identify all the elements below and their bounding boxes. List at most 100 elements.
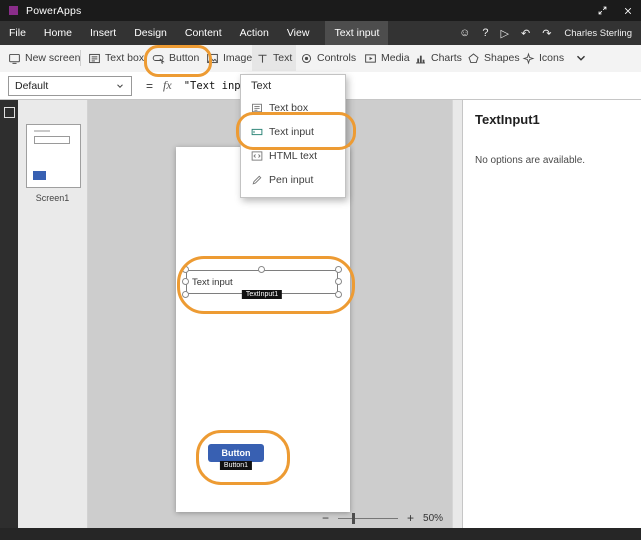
selection-handle[interactable] [182,266,189,273]
selection-handle[interactable] [335,266,342,273]
menu-item-label: Text input [269,126,314,138]
thumbnail-mini-text-input [34,136,70,144]
ribbon-overflow-button[interactable] [574,45,588,71]
ribbon-item-label: Text box [105,52,144,64]
menu-item-text-box[interactable]: Text box [241,96,345,120]
menu-item-label: HTML text [269,150,317,162]
chevron-down-icon [574,51,588,65]
left-rail [0,100,18,528]
canvas-button[interactable]: Button [208,444,264,462]
menu-item-html-text[interactable]: HTML text [241,144,345,168]
selection-handle[interactable] [335,278,342,285]
menu-tab-insert[interactable]: Insert [81,21,125,45]
options-panel-message: No options are available. [475,155,641,166]
menu-tab-file[interactable]: File [0,21,35,45]
help-icon[interactable]: ? [476,27,494,39]
undo-icon[interactable]: ↶ [515,27,536,40]
selection-handle[interactable] [182,278,189,285]
ribbon-item-label: Icons [539,52,564,64]
pen-input-icon [251,174,263,186]
window-controls [589,0,641,21]
ribbon-controls-button[interactable]: Controls [300,45,356,71]
fullscreen-icon[interactable] [589,0,615,21]
text-dropdown-menu: Text Text box Text input HTML text Pen i… [240,74,346,198]
insert-ribbon: New screen Text box Button Image Text Co… [0,45,641,73]
ribbon-item-label: Charts [431,52,462,64]
ribbon-item-label: Shapes [484,52,520,64]
canvas-button-label: Button [222,448,251,458]
screen1-thumbnail[interactable] [26,124,81,188]
zoom-control: − + 50% [322,510,443,526]
menu-tab-view[interactable]: View [278,21,319,45]
selection-handle[interactable] [182,291,189,298]
redo-icon[interactable]: ↷ [536,27,557,40]
ribbon-icons-button[interactable]: Icons [522,45,564,71]
menu-item-text-input[interactable]: Text input [241,120,345,144]
controls-icon [300,52,313,65]
text-input-control[interactable]: Text input TextInput1 [186,270,338,294]
shapes-icon [467,52,480,65]
ribbon-shapes-button[interactable]: Shapes [467,45,520,71]
ribbon-media-button[interactable]: Media [364,45,410,71]
menu-tab-design[interactable]: Design [125,21,176,45]
chevron-down-icon [115,81,125,91]
screen1-label: Screen1 [18,193,87,203]
menu-tab-text-input-contextual[interactable]: Text input [325,21,388,45]
app-title: PowerApps [26,5,82,17]
property-dropdown[interactable]: Default [8,76,132,96]
zoom-slider[interactable] [338,518,398,519]
ribbon-charts-button[interactable]: Charts [414,45,462,71]
play-preview-icon[interactable]: ▷ [495,27,515,40]
text-input-name-tag: TextInput1 [242,290,282,299]
menubar-right: ☺ ? ▷ ↶ ↷ Charles Sterling [453,21,641,45]
zoom-slider-handle[interactable] [352,513,355,524]
selection-handle[interactable] [335,291,342,298]
text-input-value: Text input [192,277,233,288]
menu-item-label: Text box [269,102,308,114]
titlebar: PowerApps [0,0,641,21]
ribbon-item-label: Image [223,52,252,64]
icons-icon [522,52,535,65]
ribbon-text-button[interactable]: Text [252,45,296,71]
app-logo-icon [9,6,18,15]
ribbon-text-box-button[interactable]: Text box [88,45,144,71]
user-name[interactable]: Charles Sterling [557,28,641,39]
options-panel: TextInput1 No options are available. [462,100,641,528]
text-icon [256,52,269,65]
property-dropdown-value: Default [15,80,48,92]
button-name-tag: Button1 [220,461,252,470]
screens-panel-icon[interactable] [4,107,15,118]
button-control[interactable]: Button Button1 [208,444,264,462]
ribbon-separator [80,50,81,66]
ribbon-new-screen-button[interactable]: New screen [8,45,80,71]
canvas-scrollbar[interactable] [452,100,462,528]
screens-panel: Screen1 [18,100,88,528]
button-icon [152,52,165,65]
text-box-icon [88,52,101,65]
ribbon-item-label: New screen [25,52,80,64]
text-box-icon [251,102,263,114]
menu-tab-content[interactable]: Content [176,21,231,45]
text-input-icon [251,126,263,138]
charts-icon [414,52,427,65]
ribbon-item-label: Button [169,52,199,64]
zoom-level-label: 50% [423,513,443,524]
menu-tab-action[interactable]: Action [231,21,278,45]
feedback-icon[interactable]: ☺ [453,27,476,39]
close-icon[interactable] [615,0,641,21]
ribbon-item-label: Media [381,52,410,64]
menu-item-label: Pen input [269,174,313,186]
ribbon-item-label: Text [273,52,292,64]
image-icon [206,52,219,65]
html-text-icon [251,150,263,162]
menu-tab-home[interactable]: Home [35,21,81,45]
fx-label: fx [163,78,172,93]
selection-handle[interactable] [258,266,265,273]
ribbon-button-button[interactable]: Button [152,45,199,71]
menu-item-pen-input[interactable]: Pen input [241,168,345,192]
zoom-out-button[interactable]: − [322,512,329,524]
zoom-in-button[interactable]: + [407,512,414,524]
options-panel-title: TextInput1 [475,112,641,127]
ribbon-image-button[interactable]: Image [206,45,252,71]
media-icon [364,52,377,65]
